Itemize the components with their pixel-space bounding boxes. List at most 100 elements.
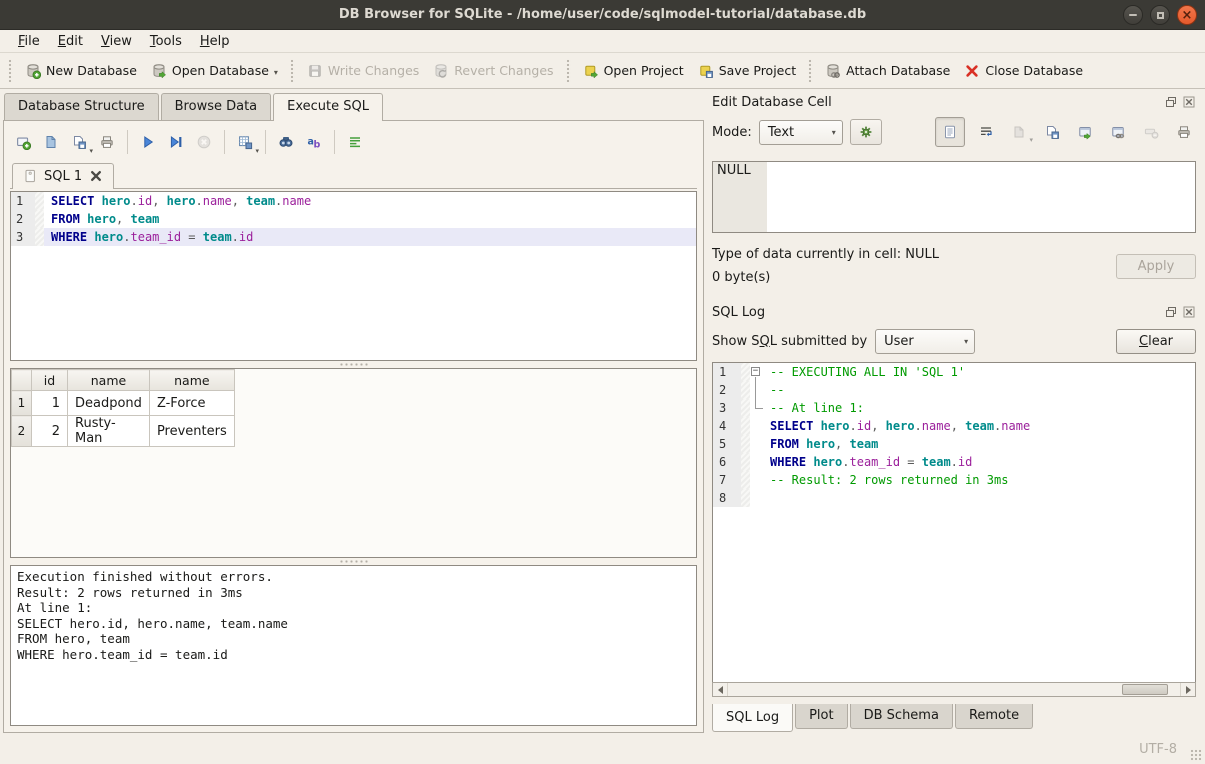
dock-close-icon[interactable] (1182, 305, 1196, 319)
bottom-tab-plot[interactable]: Plot (795, 704, 848, 729)
code-text (763, 489, 1195, 507)
print-sql-button[interactable] (94, 129, 120, 155)
code-line[interactable]: 4SELECT hero.id, hero.name, team.name (713, 417, 1195, 435)
scrollbar-track[interactable] (728, 683, 1180, 696)
menu-file[interactable]: File (9, 32, 49, 51)
table-cell[interactable]: Deadpond (68, 391, 150, 416)
clear-button[interactable]: Clear (1116, 329, 1196, 354)
dock-close-icon[interactable] (1182, 95, 1196, 109)
save-sql-file-button[interactable]: ▾ (66, 129, 92, 155)
scrollbar-thumb[interactable] (1122, 684, 1168, 695)
scroll-right-button[interactable] (1180, 683, 1195, 696)
close-button[interactable]: × (1177, 5, 1197, 25)
export-to-file-button[interactable] (1040, 120, 1064, 144)
menu-help[interactable]: Help (191, 32, 239, 51)
results-status-splitter[interactable] (10, 558, 697, 565)
menu-tools[interactable]: Tools (141, 32, 191, 51)
editor-results-splitter[interactable] (10, 361, 697, 368)
dock-float-icon[interactable] (1164, 95, 1178, 109)
close-icon: × (1182, 9, 1193, 22)
close-database-label: Close Database (985, 63, 1083, 78)
code-line[interactable]: 5FROM hero, team (713, 435, 1195, 453)
code-line[interactable]: 6WHERE hero.team_id = team.id (713, 453, 1195, 471)
code-line[interactable]: 1SELECT hero.id, hero.name, team.name (11, 192, 696, 210)
chevron-down-icon[interactable]: ▾ (274, 68, 278, 79)
execute-current-line-button[interactable] (163, 129, 189, 155)
auto-complete-button[interactable]: ab (301, 129, 327, 155)
table-cell[interactable]: 1 (32, 391, 68, 416)
fold-marker[interactable]: − (750, 363, 763, 381)
sql-log-view[interactable]: 1−-- EXECUTING ALL IN 'SQL 1'2--3-- At l… (712, 362, 1196, 682)
revert-changes-label: Revert Changes (454, 63, 553, 78)
bottom-tab-sql-log[interactable]: SQL Log (712, 704, 793, 732)
execution-status[interactable]: Execution finished without errors. Resul… (10, 565, 697, 726)
text-mode-button[interactable] (935, 117, 965, 147)
table-cell[interactable]: 2 (32, 416, 68, 447)
row-number[interactable]: 1 (12, 391, 32, 416)
find-button[interactable] (273, 129, 299, 155)
mode-select[interactable]: Text ▾ (759, 120, 843, 145)
chevron-down-icon[interactable]: ▾ (255, 147, 259, 157)
open-project-button[interactable]: Open Project (576, 59, 691, 83)
minimize-button[interactable] (1123, 5, 1143, 25)
copy-as-link-button[interactable] (1106, 120, 1130, 144)
left-pane: Database StructureBrowse DataExecute SQL… (0, 90, 706, 734)
tab-browse-data[interactable]: Browse Data (161, 93, 272, 120)
app-window: DB Browser for SQLite - /home/user/code/… (0, 0, 1205, 764)
column-header-name[interactable]: name (149, 370, 234, 391)
scroll-left-button[interactable] (713, 683, 728, 696)
gutter (741, 381, 750, 399)
code-line[interactable]: 3-- At line 1: (713, 399, 1195, 417)
code-line[interactable]: 2-- (713, 381, 1195, 399)
code-line[interactable]: 1−-- EXECUTING ALL IN 'SQL 1' (713, 363, 1195, 381)
menu-view[interactable]: View (92, 32, 141, 51)
export-results-button[interactable]: ▾ (232, 129, 258, 155)
column-header-name[interactable]: name (68, 370, 150, 391)
filter-label: Show SQL submitted by (712, 334, 867, 349)
chevron-down-icon[interactable]: ▾ (89, 147, 93, 157)
table-cell[interactable]: Z-Force (149, 391, 234, 416)
tab-database-structure[interactable]: Database Structure (4, 93, 159, 120)
print-cell-button[interactable] (1172, 120, 1196, 144)
new-database-button[interactable]: New Database (18, 59, 144, 83)
fold-line (750, 381, 763, 399)
results-table[interactable]: idnamename11DeadpondZ-Force22Rusty-ManPr… (10, 368, 697, 558)
tab-execute-sql[interactable]: Execute SQL (273, 93, 383, 121)
table-cell[interactable]: Preventers (149, 416, 234, 447)
attach-database-button[interactable]: Attach Database (818, 59, 957, 83)
new-sql-tab-button[interactable] (10, 129, 36, 155)
word-wrap-button[interactable] (974, 120, 998, 144)
sql-code-editor[interactable]: 1SELECT hero.id, hero.name, team.name2FR… (10, 191, 697, 361)
code-line[interactable]: 2FROM hero, team (11, 210, 696, 228)
toolbar-grip[interactable] (8, 59, 13, 82)
title-bar[interactable]: DB Browser for SQLite - /home/user/code/… (0, 0, 1205, 30)
format-icon (347, 134, 363, 150)
row-number[interactable]: 2 (12, 416, 32, 447)
auto-apply-button[interactable] (850, 119, 882, 145)
column-header-id[interactable]: id (32, 370, 68, 391)
close-database-button[interactable]: Close Database (957, 59, 1090, 83)
bottom-tab-remote[interactable]: Remote (955, 704, 1033, 729)
dock-float-icon[interactable] (1164, 305, 1178, 319)
sql-file-icon (22, 168, 38, 184)
open-database-button[interactable]: Open Database▾ (144, 59, 285, 83)
sql-tab[interactable]: SQL 1 (12, 163, 114, 189)
line-number: 2 (713, 381, 741, 399)
save-project-button[interactable]: Save Project (691, 59, 803, 83)
sql-tab-close-icon[interactable] (88, 168, 104, 184)
submitter-select[interactable]: User ▾ (875, 329, 975, 354)
menu-edit[interactable]: Edit (49, 32, 92, 51)
submitter-select-value: User (884, 334, 914, 349)
open-in-external-button[interactable] (1073, 120, 1097, 144)
format-sql-button[interactable] (342, 129, 368, 155)
table-cell[interactable]: Rusty-Man (68, 416, 150, 447)
cell-value-editor[interactable]: NULL (712, 161, 1196, 233)
code-line[interactable]: 3WHERE hero.team_id = team.id (11, 228, 696, 246)
maximize-button[interactable] (1150, 5, 1170, 25)
resize-grip[interactable] (1190, 749, 1202, 761)
bottom-tab-db-schema[interactable]: DB Schema (850, 704, 953, 729)
code-line[interactable]: 7-- Result: 2 rows returned in 3ms (713, 471, 1195, 489)
code-line[interactable]: 8 (713, 489, 1195, 507)
open-sql-file-button[interactable] (38, 129, 64, 155)
execute-all-button[interactable] (135, 129, 161, 155)
